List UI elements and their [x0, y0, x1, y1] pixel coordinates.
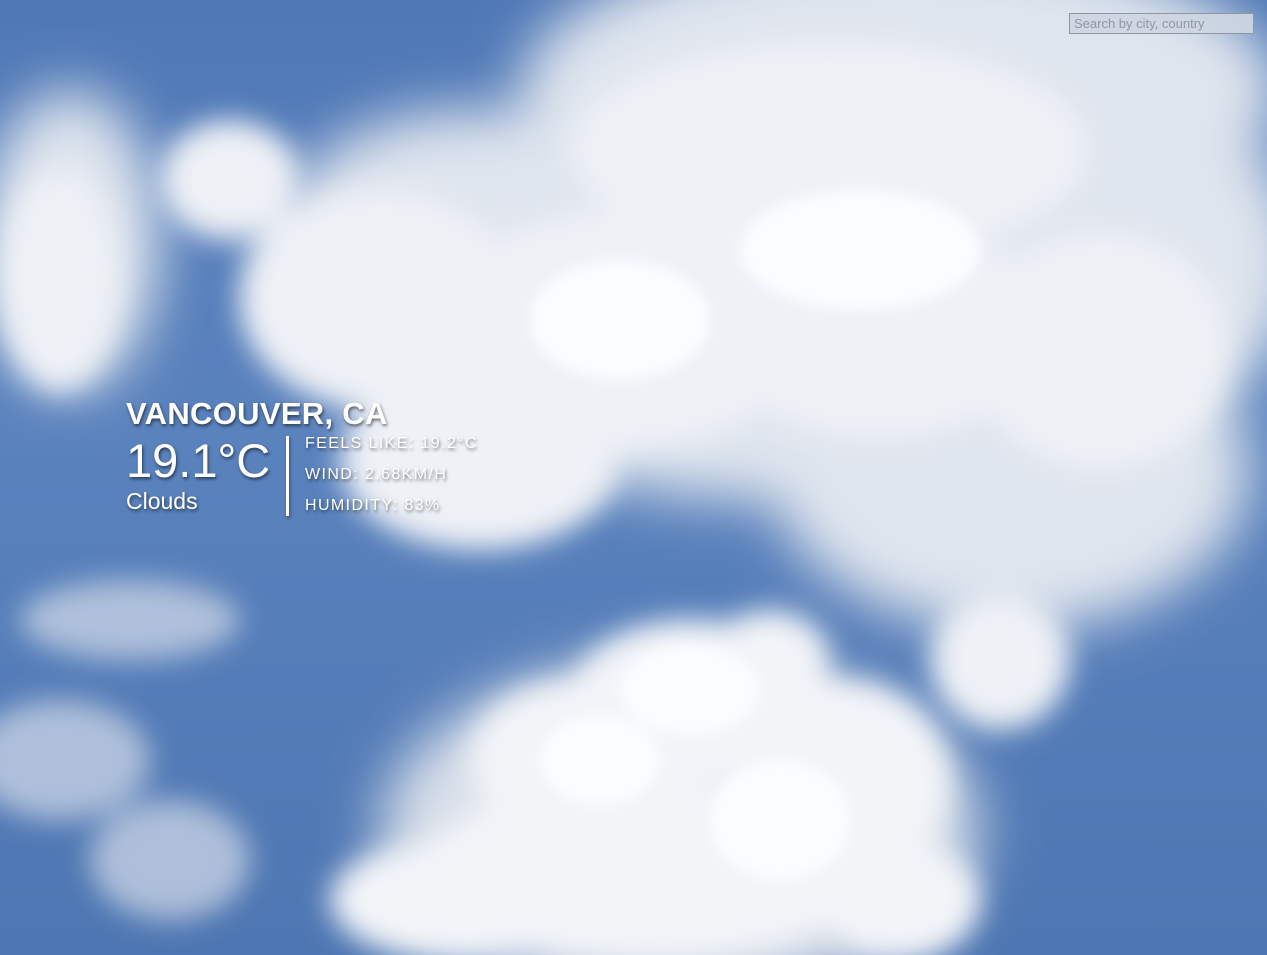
- vertical-divider: [286, 436, 289, 516]
- condition-label: Clouds: [126, 488, 198, 514]
- weather-row: 19.1°C Clouds FEELS LIKE: 19.2°C WIND: 2…: [126, 435, 478, 521]
- search-input[interactable]: [1069, 13, 1254, 34]
- weather-panel: VANCOUVER, CA 19.1°C Clouds FEELS LIKE: …: [126, 396, 478, 521]
- wind-label: WIND: 2.68KM/H: [305, 466, 448, 483]
- humidity-label: HUMIDITY: 83%: [305, 497, 441, 514]
- feels-like-label: FEELS LIKE: 19.2°C: [305, 435, 479, 452]
- temperature-block: 19.1°C Clouds: [126, 436, 286, 516]
- temperature-value: 19.1°C: [126, 434, 271, 487]
- weather-details: FEELS LIKE: 19.2°C WIND: 2.68KM/H HUMIDI…: [305, 435, 478, 521]
- location-title: VANCOUVER, CA: [126, 396, 388, 431]
